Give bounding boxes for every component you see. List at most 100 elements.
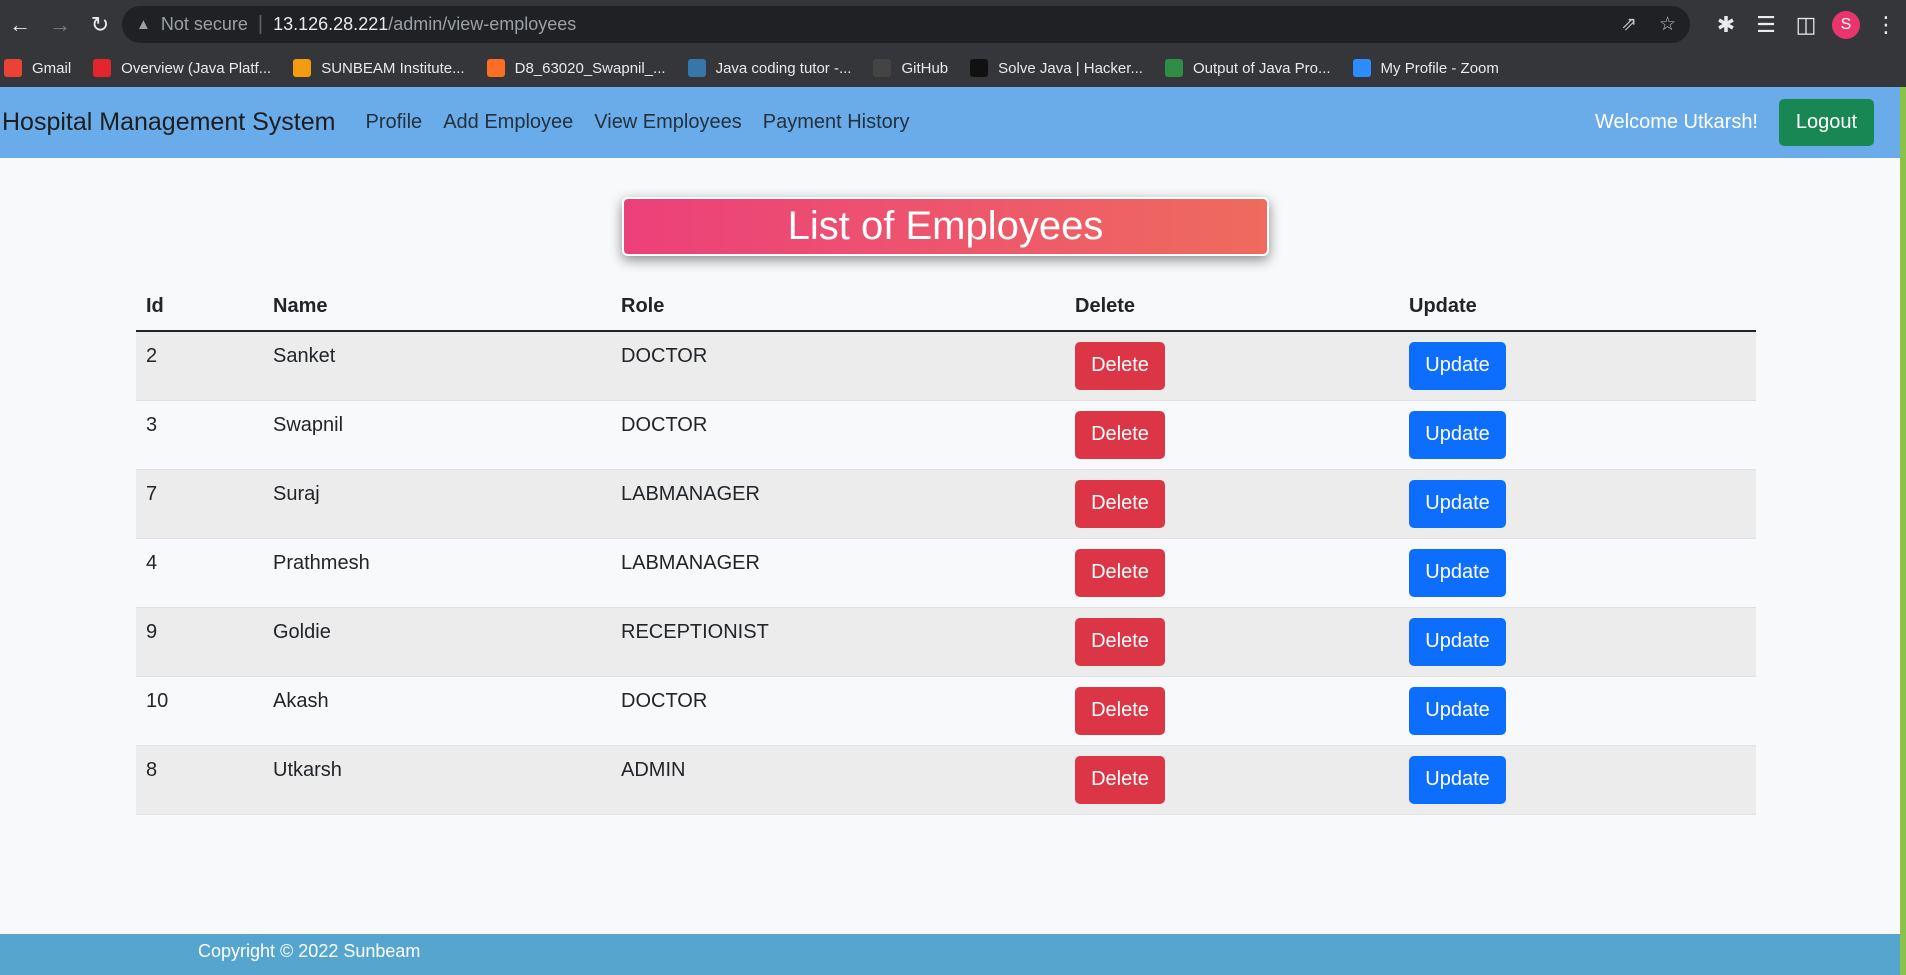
employee-role: LABMANAGER <box>621 552 760 574</box>
url-host: 13.126.28.221 <box>273 14 389 34</box>
employee-id: 4 <box>146 552 158 574</box>
github-icon <box>873 59 892 77</box>
employee-id: 9 <box>146 621 158 643</box>
profile-button[interactable]: S <box>1826 5 1866 45</box>
toolbar-right: ✱ ☰ ◫ S ⋮ <box>1706 0 1906 49</box>
delete-button[interactable]: Delete <box>1075 479 1165 528</box>
employee-name: Suraj <box>273 483 320 505</box>
employee-role-cell: ADMIN <box>611 745 1065 815</box>
employee-id-cell: 8 <box>136 745 263 815</box>
delete-cell: Delete <box>1065 676 1399 746</box>
update-button[interactable]: Update <box>1409 479 1506 528</box>
table-header-row: Id Name Role Delete Update <box>136 283 1756 332</box>
delete-cell: Delete <box>1065 400 1399 470</box>
footer: Copyright © 2022 Sunbeam <box>0 934 1900 975</box>
bookmark-label: Java coding tutor -... <box>715 59 852 77</box>
employee-id: 8 <box>146 759 158 781</box>
sunbeam-icon <box>293 59 312 77</box>
employee-role: DOCTOR <box>621 414 708 436</box>
media-queue-icon[interactable]: ☰ <box>1746 5 1786 45</box>
table-row: 8 Utkarsh ADMIN Delete Update <box>136 745 1756 815</box>
update-button[interactable]: Update <box>1409 755 1506 804</box>
employee-id-cell: 10 <box>136 676 263 746</box>
employee-id-cell: 2 <box>136 331 263 401</box>
security-label: Not secure <box>160 14 248 34</box>
bookmark-item[interactable]: Solve Java | Hacker... <box>970 59 1143 77</box>
bookmark-item[interactable]: D8_63020_Swapnil_... <box>486 59 666 77</box>
employee-role: DOCTOR <box>621 345 708 368</box>
bookmark-item[interactable]: Overview (Java Platf... <box>93 59 271 77</box>
update-button[interactable]: Update <box>1409 341 1506 390</box>
header-delete: Delete <box>1065 283 1399 332</box>
header-name: Name <box>263 283 611 332</box>
bookmark-item[interactable]: My Profile - Zoom <box>1352 59 1499 77</box>
delete-button[interactable]: Delete <box>1075 686 1165 735</box>
side-panel-icon[interactable]: ◫ <box>1786 5 1826 45</box>
table-row: 4 Prathmesh LABMANAGER Delete Update <box>136 538 1756 608</box>
delete-button[interactable]: Delete <box>1075 548 1165 597</box>
nav-link-add-employee[interactable]: Add Employee <box>443 111 573 134</box>
delete-button[interactable]: Delete <box>1075 410 1165 459</box>
employee-role-cell: DOCTOR <box>611 400 1065 470</box>
oracle-icon <box>93 59 112 77</box>
table-row: 9 Goldie RECEPTIONIST Delete Update <box>136 607 1756 677</box>
employee-role-cell: LABMANAGER <box>611 469 1065 539</box>
nav-link-payment-history[interactable]: Payment History <box>763 111 910 134</box>
bookmark-label: My Profile - Zoom <box>1380 59 1499 77</box>
bookmark-item[interactable]: GitHub <box>873 59 948 77</box>
employee-role-cell: RECEPTIONIST <box>611 607 1065 677</box>
bookmarks-bar: Gmail Overview (Java Platf... SUNBEAM Inst… <box>0 49 1906 87</box>
logout-button[interactable]: Logout <box>1779 99 1874 146</box>
bookmark-star-icon[interactable]: ☆ <box>1659 13 1676 36</box>
update-button[interactable]: Update <box>1409 410 1506 459</box>
zoom-icon <box>1352 59 1371 77</box>
warning-icon: ▲ <box>136 16 151 33</box>
table-row: 2 Sanket DOCTOR Delete Update <box>136 331 1756 401</box>
nav-link-profile[interactable]: Profile <box>365 111 422 134</box>
delete-cell: Delete <box>1065 745 1399 815</box>
bookmark-item[interactable]: SUNBEAM Institute... <box>293 59 465 77</box>
delete-button[interactable]: Delete <box>1075 341 1165 390</box>
update-button[interactable]: Update <box>1409 548 1506 597</box>
menu-kebab-icon[interactable]: ⋮ <box>1866 5 1906 45</box>
employee-id: 3 <box>146 414 158 436</box>
bookmark-label: Overview (Java Platf... <box>121 59 272 77</box>
employee-role-cell: DOCTOR <box>611 331 1065 401</box>
table-row: 10 Akash DOCTOR Delete Update <box>136 676 1756 746</box>
employee-role-cell: DOCTOR <box>611 676 1065 746</box>
employee-role-cell: LABMANAGER <box>611 538 1065 608</box>
welcome-text: Welcome Utkarsh! <box>1594 111 1758 133</box>
address-bar[interactable]: ▲ Not secure | 13.126.28.221 /admin/view… <box>122 6 1690 43</box>
geeksforgeeks-icon <box>1164 59 1183 77</box>
employee-name-cell: Goldie <box>263 607 611 677</box>
brand-title[interactable]: Hospital Management System <box>2 108 335 137</box>
delete-cell: Delete <box>1065 607 1399 677</box>
bookmark-label: Gmail <box>32 59 72 77</box>
page-title: List of Employees <box>787 204 1104 248</box>
back-arrow-icon[interactable]: ← <box>0 5 40 45</box>
delete-button[interactable]: Delete <box>1075 617 1165 666</box>
header-id: Id <box>136 283 263 332</box>
delete-cell: Delete <box>1065 469 1399 539</box>
employee-role: ADMIN <box>621 759 686 781</box>
update-button[interactable]: Update <box>1409 686 1506 735</box>
bookmark-item[interactable]: Gmail <box>4 59 71 77</box>
forward-arrow-icon[interactable]: → <box>40 5 80 45</box>
employee-name-cell: Swapnil <box>263 400 611 470</box>
nav-link-view-employees[interactable]: View Employees <box>594 111 741 134</box>
page-viewport: Hospital Management System Profile Add E… <box>0 87 1900 975</box>
reload-icon[interactable]: ↻ <box>80 5 120 45</box>
update-cell: Update <box>1399 745 1756 815</box>
bookmark-item[interactable]: Java coding tutor -... <box>687 59 852 77</box>
omnibox-actions: ⇗ ☆ <box>1621 6 1676 43</box>
update-cell: Update <box>1399 607 1756 677</box>
delete-button[interactable]: Delete <box>1075 755 1165 804</box>
update-button[interactable]: Update <box>1409 617 1506 666</box>
share-icon[interactable]: ⇗ <box>1621 13 1637 36</box>
hackerrank-icon <box>970 59 989 77</box>
employee-role: DOCTOR <box>621 690 708 712</box>
gitlab-icon <box>486 59 505 77</box>
extensions-icon[interactable]: ✱ <box>1706 5 1746 45</box>
bookmark-label: SUNBEAM Institute... <box>321 59 465 77</box>
bookmark-item[interactable]: Output of Java Pro... <box>1164 59 1331 77</box>
